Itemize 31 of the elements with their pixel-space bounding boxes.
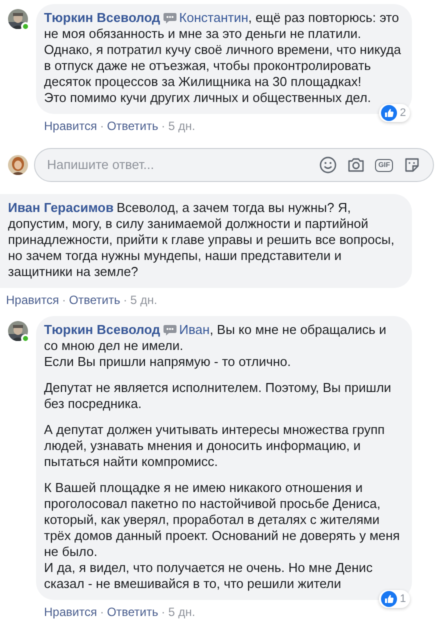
comment-text: Иван Герасимов Всеволод, а зачем тогда вы нужны? Я, допустим, могу, в силу занимаемой должности и партийной принадлежности, прийти к главе управы и решить все вопросы, но зачем тогда нужны мундепы, наши представители и защитники на земле? xyxy=(8,200,396,280)
separator-dot: · xyxy=(161,118,166,134)
like-icon xyxy=(380,105,397,121)
timestamp: 5 дн. xyxy=(168,118,196,134)
timestamp: 5 дн. xyxy=(130,292,158,308)
action-link[interactable]: Нравится xyxy=(44,604,97,620)
comment-text: Тюркин Всеволод Иван, Вы ко мне не обращались и со мною дел не имели. Если Вы пришли напрямую - то отлично. xyxy=(44,322,388,370)
comment-text: Депутат не является исполнителем. Поэтому, Вы пришли без посредника. xyxy=(44,380,392,412)
separator-dot: · xyxy=(100,604,104,620)
author-link[interactable]: Тюркин Всеволод xyxy=(44,10,160,25)
sticker-icon[interactable] xyxy=(403,156,421,174)
timestamp: 5 дн. xyxy=(168,604,196,620)
comment-text: А депутат должен учитывать интересы множества групп людей, узнавать мнения и доносить информацию, и пытаться найти компромисс. xyxy=(44,422,386,470)
action-link[interactable]: Нравится xyxy=(6,292,59,308)
separator-dot: · xyxy=(62,292,66,308)
mention-link[interactable]: Константин xyxy=(179,10,248,25)
action-link[interactable]: Нравится xyxy=(44,118,97,134)
separator-dot: · xyxy=(100,118,104,134)
author-link[interactable]: Тюркин Всеволод xyxy=(44,322,160,337)
separator-dot: · xyxy=(161,604,166,620)
like-icon xyxy=(380,591,397,607)
action-link[interactable]: Ответить xyxy=(68,292,120,308)
mention-link[interactable]: Иван xyxy=(179,322,210,337)
camera-icon[interactable] xyxy=(347,156,366,174)
author-link[interactable]: Иван Герасимов xyxy=(8,200,114,215)
comment-text: Тюркин Всеволод Константин, ещё раз повторюсь: это не моя обязанность и мне за это деньги не платили. Однако, я потратил кучу своё личного времени, что никуда в отпуск даже не отъезжая, чтобы проконтролировать десяток процессов за Жилищника на 30 площадках! Это помимо кучи других личных и общественных дел. xyxy=(44,10,402,106)
action-link[interactable]: Ответить xyxy=(106,604,158,620)
comment-text: К Вашей площадке я не имею никакого отношения и проголосовал пакетно по настойчивой просьбе Дениса, который, как уверял, проработал в деталях с жителями трёх домов данный проект. Оснований не доверять у меня не было. И да, я видел, что получается не очень. Но мне Денис сказал - не вмешивайся в то, что решили жители xyxy=(44,480,401,592)
smiley-icon[interactable] xyxy=(319,156,338,174)
action-link[interactable]: Ответить xyxy=(106,118,158,134)
separator-dot: · xyxy=(123,292,128,308)
